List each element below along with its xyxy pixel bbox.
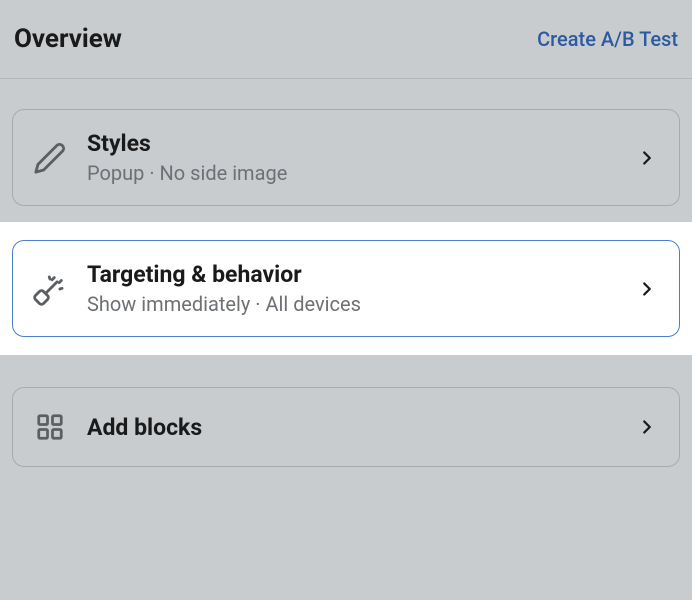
blocks-icon xyxy=(31,408,69,446)
magic-wand-icon xyxy=(31,270,69,308)
cards-container: Styles Popup · No side image Ta xyxy=(0,79,692,467)
styles-card-subtitle: Popup · No side image xyxy=(87,161,633,185)
add-blocks-card-body: Add blocks xyxy=(87,414,633,441)
page-title: Overview xyxy=(14,24,122,54)
styles-card[interactable]: Styles Popup · No side image xyxy=(12,109,680,206)
chevron-right-icon xyxy=(633,275,661,303)
pencil-icon xyxy=(31,139,69,177)
targeting-card-subtitle: Show immediately · All devices xyxy=(87,292,633,316)
targeting-card[interactable]: Targeting & behavior Show immediately · … xyxy=(12,240,680,337)
chevron-right-icon xyxy=(633,413,661,441)
add-blocks-card[interactable]: Add blocks xyxy=(12,387,680,467)
create-ab-test-link[interactable]: Create A/B Test xyxy=(537,27,678,51)
styles-card-body: Styles Popup · No side image xyxy=(87,130,633,185)
page-header: Overview Create A/B Test xyxy=(0,0,692,79)
styles-card-title: Styles xyxy=(87,130,633,157)
highlight-wrapper: Targeting & behavior Show immediately · … xyxy=(0,222,692,355)
chevron-right-icon xyxy=(633,144,661,172)
targeting-card-body: Targeting & behavior Show immediately · … xyxy=(87,261,633,316)
add-blocks-card-title: Add blocks xyxy=(87,414,633,441)
targeting-card-title: Targeting & behavior xyxy=(87,261,633,288)
spacer xyxy=(12,355,680,387)
